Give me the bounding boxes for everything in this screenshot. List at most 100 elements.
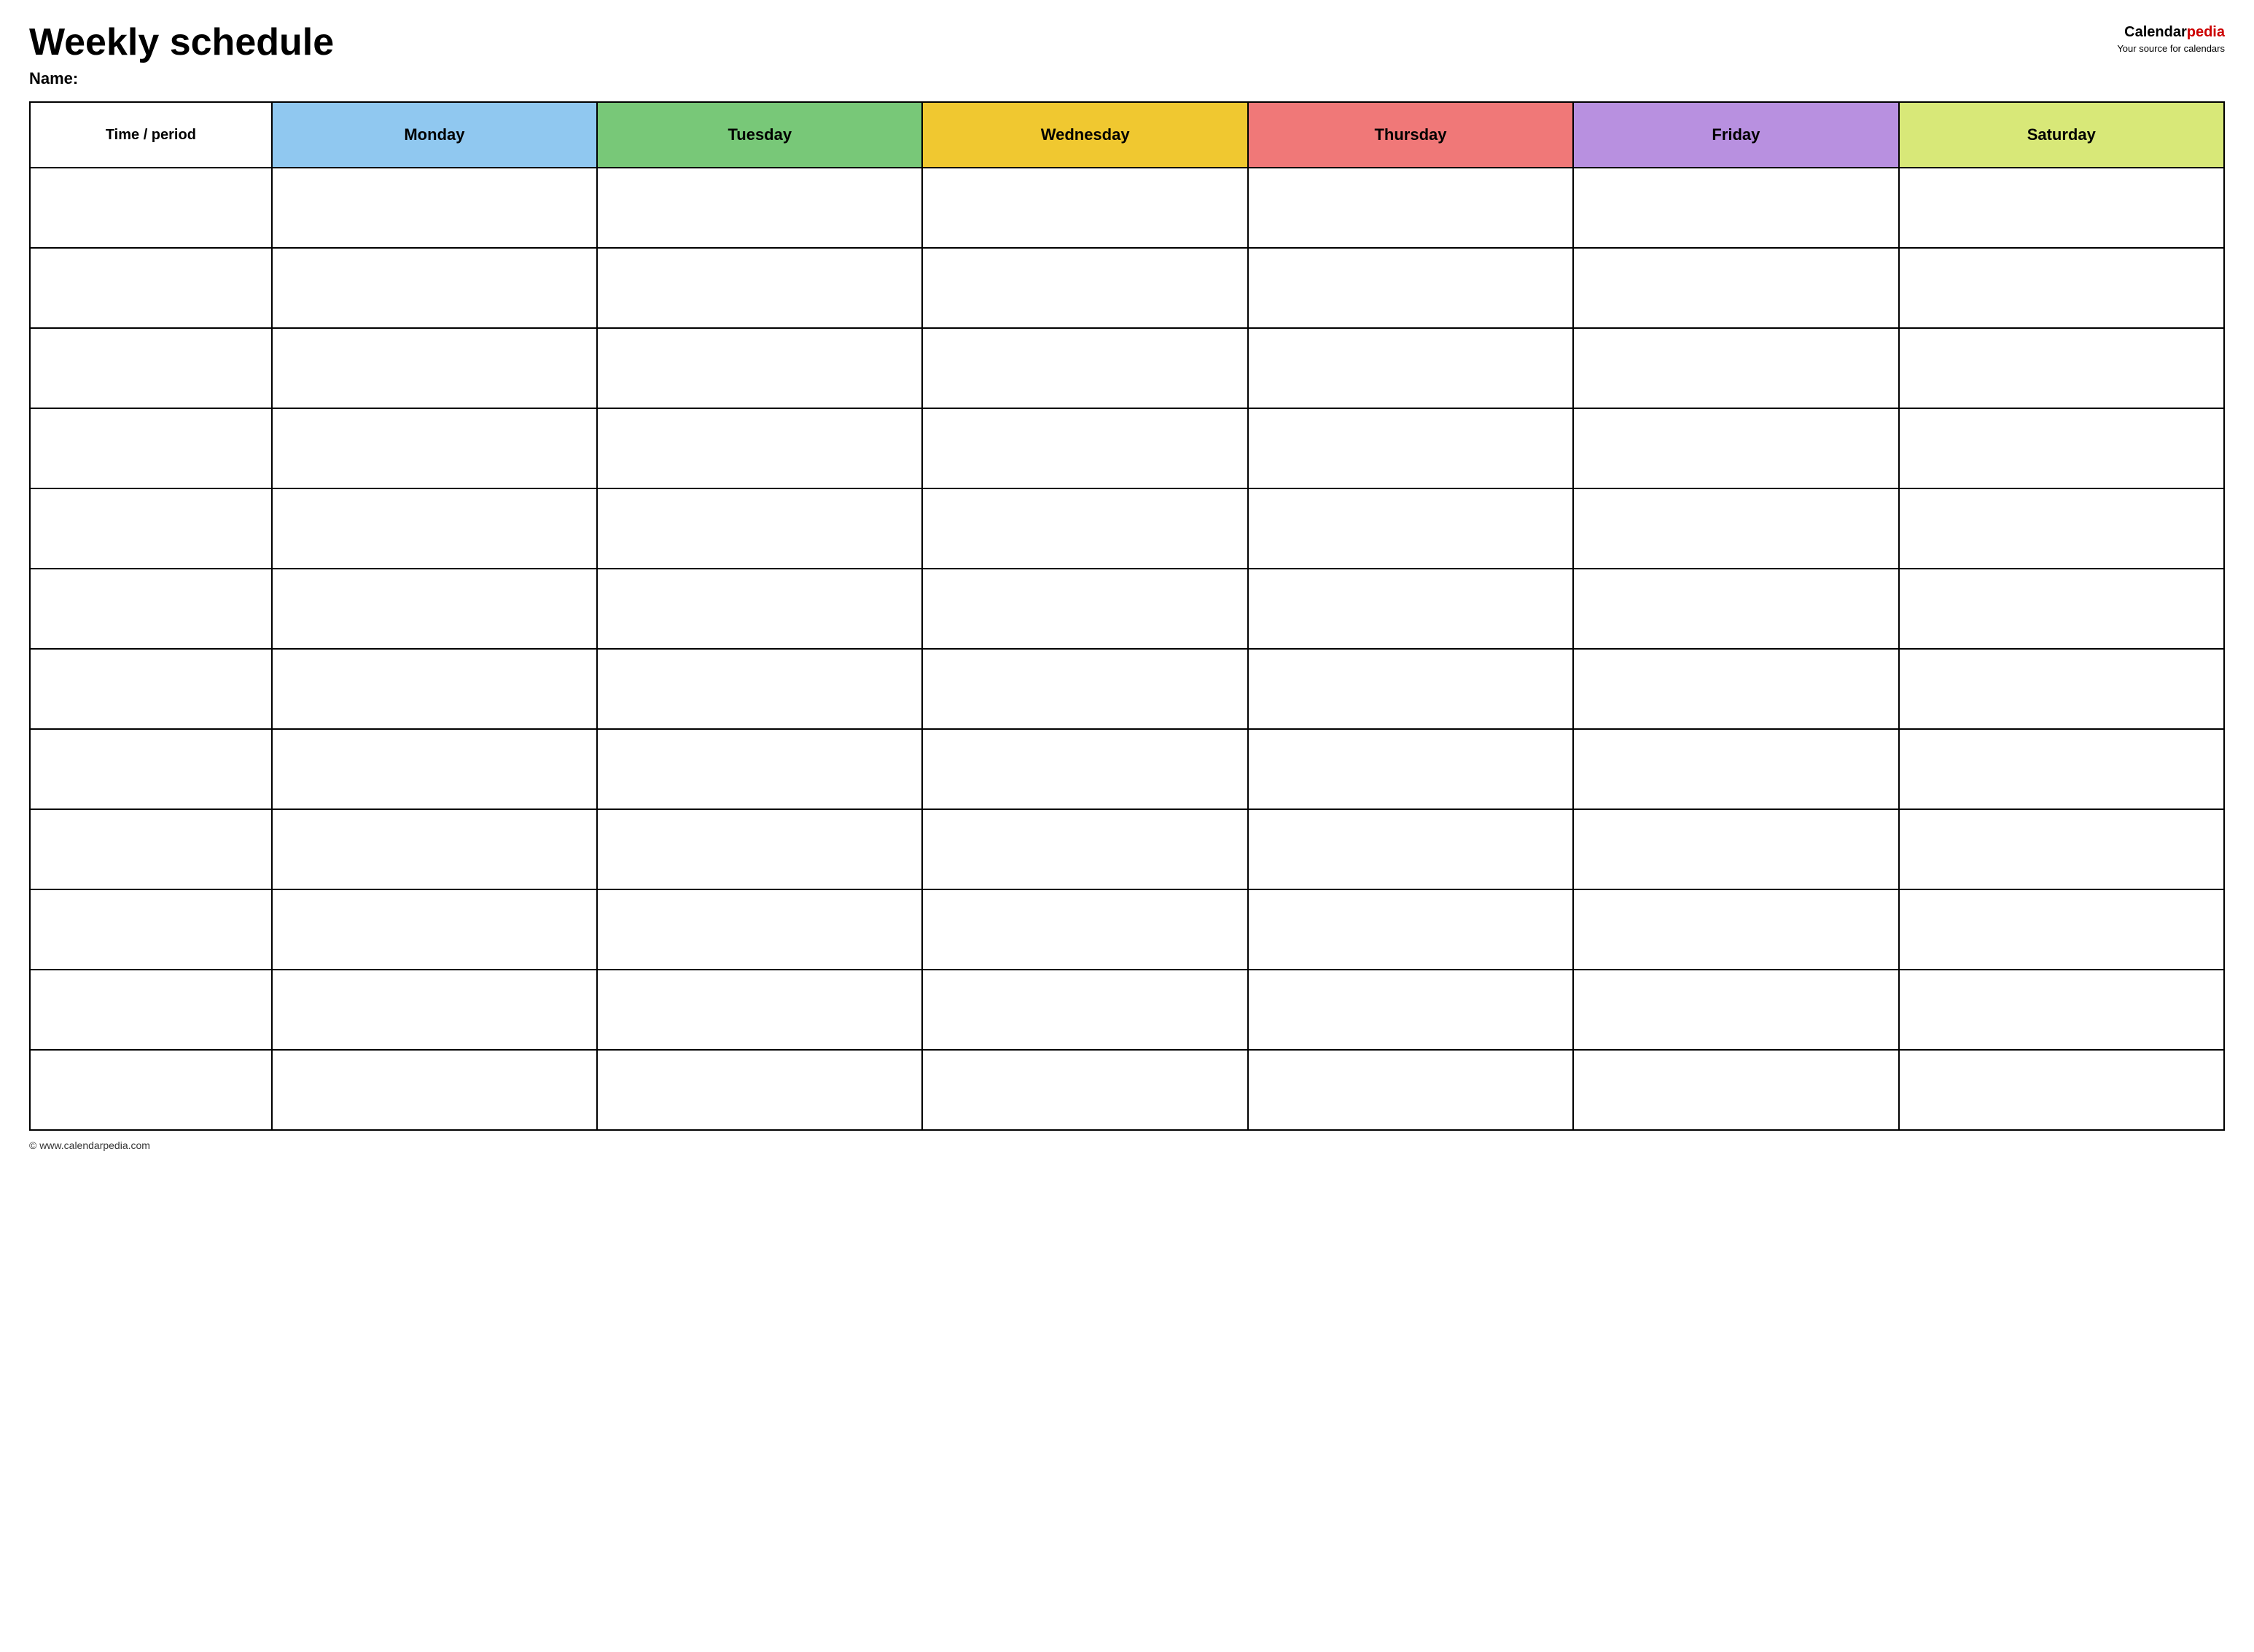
day-cell[interactable] xyxy=(922,569,1247,649)
day-cell[interactable] xyxy=(597,569,922,649)
day-cell[interactable] xyxy=(1899,649,2224,729)
day-cell[interactable] xyxy=(1899,889,2224,970)
table-row[interactable] xyxy=(30,408,2224,488)
time-cell[interactable] xyxy=(30,569,272,649)
day-cell[interactable] xyxy=(597,970,922,1050)
day-cell[interactable] xyxy=(272,248,597,328)
table-row[interactable] xyxy=(30,328,2224,408)
day-cell[interactable] xyxy=(1899,328,2224,408)
day-cell[interactable] xyxy=(1248,569,1573,649)
day-cell[interactable] xyxy=(1899,248,2224,328)
table-row[interactable] xyxy=(30,809,2224,889)
day-cell[interactable] xyxy=(272,328,597,408)
day-cell[interactable] xyxy=(1573,328,1898,408)
day-cell[interactable] xyxy=(597,248,922,328)
day-cell[interactable] xyxy=(1248,488,1573,569)
day-cell[interactable] xyxy=(922,809,1247,889)
day-cell[interactable] xyxy=(272,809,597,889)
day-cell[interactable] xyxy=(1899,729,2224,809)
day-cell[interactable] xyxy=(1248,248,1573,328)
day-cell[interactable] xyxy=(597,729,922,809)
time-cell[interactable] xyxy=(30,168,272,248)
day-cell[interactable] xyxy=(272,729,597,809)
time-cell[interactable] xyxy=(30,248,272,328)
day-cell[interactable] xyxy=(272,168,597,248)
time-cell[interactable] xyxy=(30,729,272,809)
time-cell[interactable] xyxy=(30,488,272,569)
day-cell[interactable] xyxy=(1248,970,1573,1050)
day-cell[interactable] xyxy=(1573,970,1898,1050)
day-cell[interactable] xyxy=(1899,970,2224,1050)
time-cell[interactable] xyxy=(30,970,272,1050)
logo-calendar-text: Calendar xyxy=(2124,24,2187,40)
header-tuesday: Tuesday xyxy=(597,102,922,168)
table-row[interactable] xyxy=(30,649,2224,729)
table-row[interactable] xyxy=(30,168,2224,248)
day-cell[interactable] xyxy=(1248,729,1573,809)
day-cell[interactable] xyxy=(597,809,922,889)
time-cell[interactable] xyxy=(30,889,272,970)
day-cell[interactable] xyxy=(922,649,1247,729)
day-cell[interactable] xyxy=(272,408,597,488)
table-row[interactable] xyxy=(30,488,2224,569)
day-cell[interactable] xyxy=(1573,889,1898,970)
day-cell[interactable] xyxy=(272,970,597,1050)
table-row[interactable] xyxy=(30,248,2224,328)
day-cell[interactable] xyxy=(272,488,597,569)
table-row[interactable] xyxy=(30,970,2224,1050)
day-cell[interactable] xyxy=(272,649,597,729)
name-label: Name: xyxy=(29,69,334,88)
time-cell[interactable] xyxy=(30,809,272,889)
day-cell[interactable] xyxy=(922,408,1247,488)
day-cell[interactable] xyxy=(1899,809,2224,889)
day-cell[interactable] xyxy=(1573,729,1898,809)
header-wednesday: Wednesday xyxy=(922,102,1247,168)
day-cell[interactable] xyxy=(1248,1050,1573,1130)
time-cell[interactable] xyxy=(30,408,272,488)
day-cell[interactable] xyxy=(922,889,1247,970)
day-cell[interactable] xyxy=(1248,168,1573,248)
day-cell[interactable] xyxy=(1248,889,1573,970)
day-cell[interactable] xyxy=(1573,248,1898,328)
day-cell[interactable] xyxy=(922,1050,1247,1130)
day-cell[interactable] xyxy=(597,1050,922,1130)
day-cell[interactable] xyxy=(1899,569,2224,649)
day-cell[interactable] xyxy=(272,889,597,970)
day-cell[interactable] xyxy=(922,248,1247,328)
day-cell[interactable] xyxy=(597,889,922,970)
day-cell[interactable] xyxy=(922,168,1247,248)
day-cell[interactable] xyxy=(597,168,922,248)
day-cell[interactable] xyxy=(1573,809,1898,889)
day-cell[interactable] xyxy=(1573,408,1898,488)
day-cell[interactable] xyxy=(1573,1050,1898,1130)
day-cell[interactable] xyxy=(1248,328,1573,408)
day-cell[interactable] xyxy=(597,649,922,729)
day-cell[interactable] xyxy=(922,970,1247,1050)
day-cell[interactable] xyxy=(1573,488,1898,569)
day-cell[interactable] xyxy=(597,328,922,408)
table-row[interactable] xyxy=(30,569,2224,649)
day-cell[interactable] xyxy=(1899,488,2224,569)
day-cell[interactable] xyxy=(1573,569,1898,649)
time-cell[interactable] xyxy=(30,1050,272,1130)
day-cell[interactable] xyxy=(597,408,922,488)
time-cell[interactable] xyxy=(30,649,272,729)
day-cell[interactable] xyxy=(1248,649,1573,729)
day-cell[interactable] xyxy=(1573,168,1898,248)
day-cell[interactable] xyxy=(1248,809,1573,889)
day-cell[interactable] xyxy=(922,328,1247,408)
day-cell[interactable] xyxy=(1573,649,1898,729)
day-cell[interactable] xyxy=(1899,1050,2224,1130)
table-row[interactable] xyxy=(30,729,2224,809)
day-cell[interactable] xyxy=(922,729,1247,809)
day-cell[interactable] xyxy=(1899,168,2224,248)
day-cell[interactable] xyxy=(922,488,1247,569)
day-cell[interactable] xyxy=(597,488,922,569)
table-row[interactable] xyxy=(30,889,2224,970)
day-cell[interactable] xyxy=(1899,408,2224,488)
table-row[interactable] xyxy=(30,1050,2224,1130)
time-cell[interactable] xyxy=(30,328,272,408)
day-cell[interactable] xyxy=(272,1050,597,1130)
day-cell[interactable] xyxy=(1248,408,1573,488)
day-cell[interactable] xyxy=(272,569,597,649)
